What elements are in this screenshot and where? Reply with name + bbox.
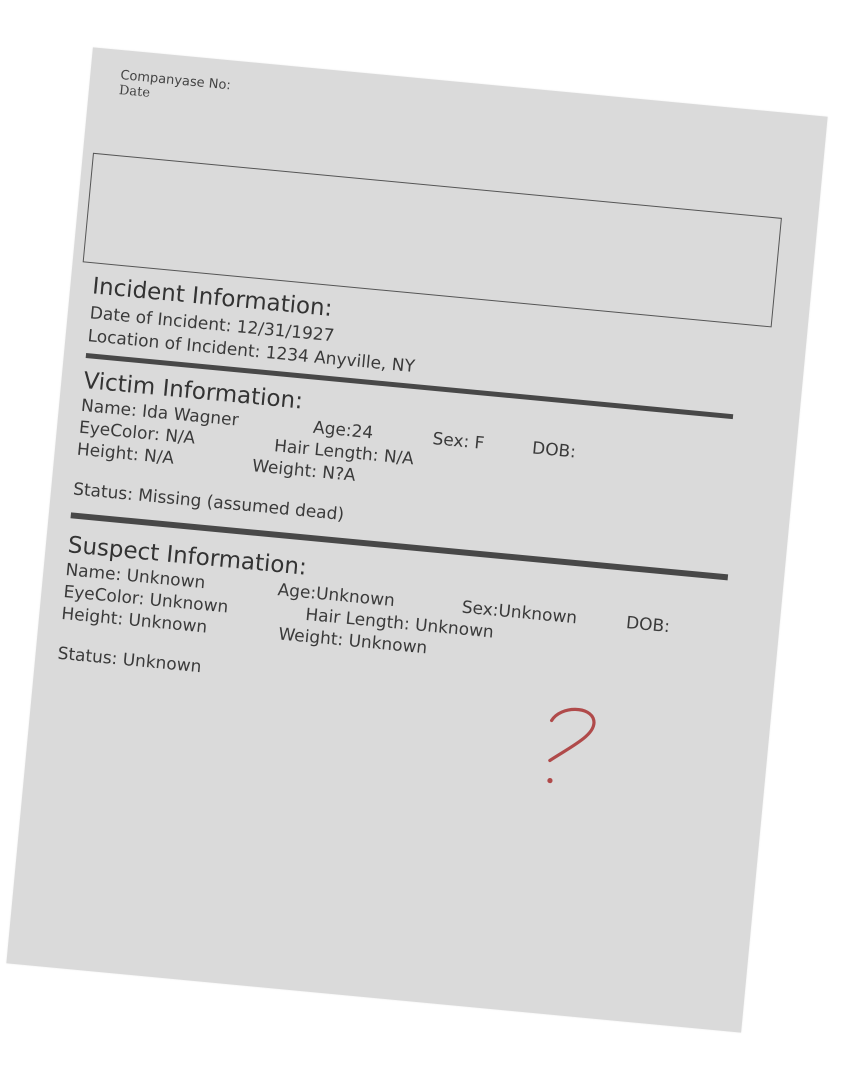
case-file-sheet: Companyase No: Date Incident Information… xyxy=(6,47,828,1033)
document-header: Companyase No: Date xyxy=(118,68,231,108)
victim-dob: DOB: xyxy=(531,438,577,463)
suspect-age: Age:Unknown xyxy=(276,580,396,612)
page-background: Companyase No: Date Incident Information… xyxy=(0,0,845,1080)
victim-sex: Sex: F xyxy=(431,429,486,454)
victim-age: Age:24 xyxy=(312,417,375,444)
suspect-dob: DOB: xyxy=(625,613,671,638)
question-mark-annotation xyxy=(547,707,596,784)
suspect-status: Status: Unknown xyxy=(56,643,203,678)
